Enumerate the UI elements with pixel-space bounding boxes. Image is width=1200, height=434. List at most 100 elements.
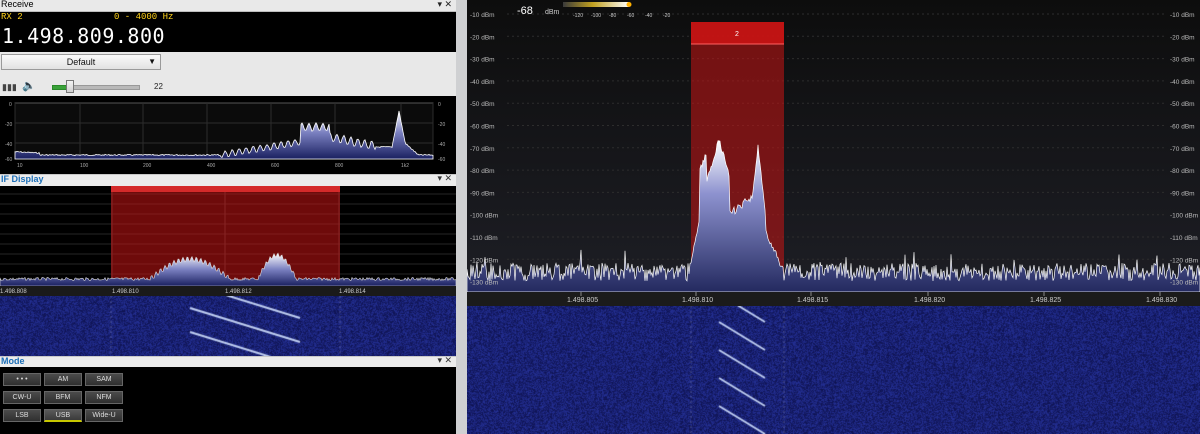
- dbm-label: -130 dBm: [1170, 280, 1198, 287]
- dbm-label: -50 dBm: [470, 101, 495, 108]
- dbm-label: -130 dBm: [470, 280, 498, 287]
- mode-more-button[interactable]: • • •: [3, 373, 41, 386]
- dbm-label: -70 dBm: [470, 146, 495, 153]
- dbm-label: -120 dBm: [470, 257, 498, 264]
- mode-lsb-button[interactable]: LSB: [3, 409, 41, 422]
- mode-sam-button[interactable]: SAM: [85, 373, 123, 386]
- dbm-label: -100 dBm: [1170, 213, 1198, 220]
- scale-label: -60: [627, 13, 634, 19]
- mode-am-button[interactable]: AM: [44, 373, 82, 386]
- freq-label: 1.498.810: [682, 297, 713, 304]
- main-display: 2 -10 dBm -20 dBm -30 dBm -40 dBm -50 dBm -60…: [467, 0, 1200, 434]
- dbm-label: -20 dBm: [470, 34, 495, 41]
- mode-bfm-button[interactable]: BFM: [44, 391, 82, 404]
- receive-panel: Receive ▾ ✕ RX 2 0 - 4000 Hz 1.498.809.8…: [0, 0, 456, 434]
- dbm-label: -60 dBm: [1170, 124, 1195, 131]
- if-spectrum[interactable]: 1.498.808 1.498.810 1.498.812 1.498.814: [0, 186, 456, 296]
- audio-controls: Default ▼ ▮▮▮ 🔈 22: [0, 52, 456, 96]
- freq-label: 1.498.830: [1146, 297, 1177, 304]
- dbm-label: -110 dBm: [1170, 235, 1198, 242]
- audio-y-label: 0: [9, 102, 12, 108]
- scale-label: -80: [609, 13, 616, 19]
- dbm-label: -120 dBm: [1170, 257, 1198, 264]
- audio-x-label: 100: [80, 163, 89, 169]
- dbm-label: -30 dBm: [1170, 57, 1195, 64]
- dbm-label: -10 dBm: [470, 12, 495, 19]
- mode-wideu-button[interactable]: Wide-U: [85, 409, 123, 422]
- dbm-label: -80 dBm: [470, 168, 495, 175]
- preset-dropdown[interactable]: Default ▼: [1, 54, 161, 70]
- dbm-label: -90 dBm: [1170, 190, 1195, 197]
- preset-label: Default: [66, 57, 96, 67]
- volume-slider-thumb[interactable]: [66, 80, 74, 93]
- audio-y-label: -60: [438, 157, 445, 163]
- panel-splitter[interactable]: [456, 0, 467, 434]
- mode-nfm-button[interactable]: NFM: [85, 391, 123, 404]
- scale-label: -40: [645, 13, 652, 19]
- audio-y-label: 0: [438, 102, 441, 108]
- level-value: -68: [517, 5, 533, 17]
- if-waterfall[interactable]: [0, 296, 456, 356]
- chevron-down-icon: ▼: [148, 57, 156, 66]
- audio-x-label: 400: [207, 163, 216, 169]
- audio-y-label: -20: [5, 122, 12, 128]
- mode-panel: • • • AM SAM CW-U BFM NFM LSB USB Wide-U: [0, 367, 456, 434]
- freq-label: 1.498.820: [914, 297, 945, 304]
- audio-x-label: 800: [335, 163, 344, 169]
- receive-title: Receive: [1, 0, 34, 9]
- freq-label: 1.498.815: [797, 297, 828, 304]
- speaker-icon[interactable]: 🔈: [22, 79, 36, 92]
- if-x-label: 1.498.810: [112, 289, 139, 295]
- audio-y-label: -20: [438, 122, 445, 128]
- dbm-label: -20 dBm: [1170, 34, 1195, 41]
- mode-usb-button[interactable]: USB: [44, 409, 82, 422]
- volume-value: 22: [154, 82, 163, 91]
- frequency-readout[interactable]: 1.498.809.800: [2, 24, 165, 48]
- dbm-label: -50 dBm: [1170, 101, 1195, 108]
- if-x-label: 1.498.808: [0, 289, 27, 295]
- level-meter-indicator: [626, 2, 632, 7]
- audio-y-label: -60: [5, 157, 12, 163]
- receive-titlebar: Receive ▾ ✕: [0, 0, 456, 12]
- main-waterfall[interactable]: [467, 306, 1200, 434]
- level-meter-icon[interactable]: ▮▮▮: [2, 82, 17, 93]
- if-x-label: 1.498.812: [225, 289, 252, 295]
- freq-label: 1.498.805: [567, 297, 598, 304]
- dbm-label: -10 dBm: [1170, 12, 1195, 19]
- rx-info: RX 2 0 - 4000 Hz: [0, 12, 456, 24]
- dbm-label: -100 dBm: [470, 213, 498, 220]
- panel-controls[interactable]: ▾ ✕: [437, 0, 452, 10]
- audio-spectrum[interactable]: 0 -20 -40 -60 0 -20 -40 -60 10 100 200 4…: [0, 97, 456, 174]
- rx-label: RX 2: [1, 12, 23, 22]
- dbm-label: -40 dBm: [470, 79, 495, 86]
- dbm-label: -80 dBm: [1170, 168, 1195, 175]
- audio-y-label: -40: [438, 142, 445, 148]
- dbm-label: -30 dBm: [470, 57, 495, 64]
- scale-label: -20: [663, 13, 670, 19]
- audio-x-label: 200: [143, 163, 152, 169]
- if-passband-handle[interactable]: [111, 186, 340, 192]
- scale-label: -100: [591, 13, 601, 19]
- dbm-label: -60 dBm: [470, 124, 495, 131]
- audio-y-label: -40: [5, 142, 12, 148]
- level-meter-bar: [563, 2, 629, 7]
- dbm-label: -70 dBm: [1170, 146, 1195, 153]
- audio-x-label: 1k2: [401, 163, 409, 169]
- panel-controls[interactable]: ▾ ✕: [437, 355, 452, 366]
- mode-cwu-button[interactable]: CW-U: [3, 391, 41, 404]
- mode-title: Mode: [1, 356, 25, 366]
- dbm-label: -40 dBm: [1170, 79, 1195, 86]
- if-display-header: IF Display ▾ ✕: [0, 173, 456, 186]
- panel-controls[interactable]: ▾ ✕: [437, 173, 452, 184]
- audio-x-label: 600: [271, 163, 280, 169]
- freq-label: 1.498.825: [1030, 297, 1061, 304]
- level-unit: dBm: [545, 9, 560, 16]
- audio-x-label: 10: [17, 163, 23, 169]
- dbm-label: -90 dBm: [470, 190, 495, 197]
- main-spectrum[interactable]: 2 -10 dBm -20 dBm -30 dBm -40 dBm -50 dBm -60…: [467, 0, 1200, 306]
- scale-label: -120: [573, 13, 583, 19]
- dbm-label: -110 dBm: [470, 235, 498, 242]
- channel-label: 2: [735, 31, 739, 38]
- if-x-label: 1.498.814: [339, 289, 366, 295]
- bandwidth-range: 0 - 4000 Hz: [114, 12, 174, 22]
